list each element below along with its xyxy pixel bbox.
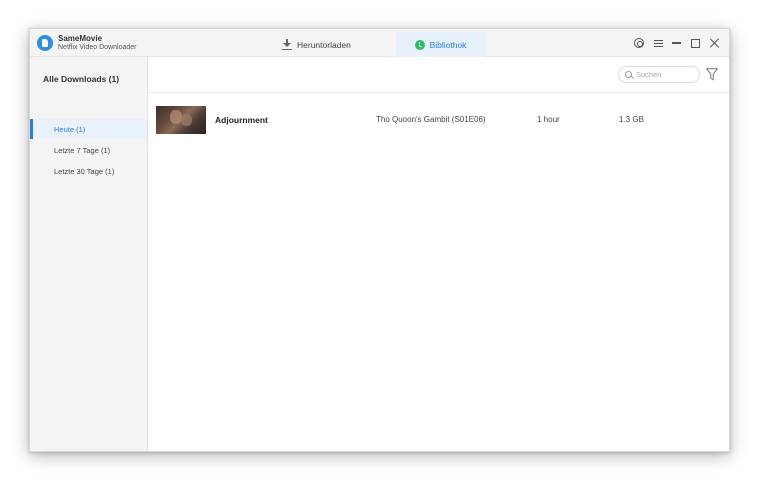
filter-icon[interactable] — [706, 68, 718, 81]
minimize-icon — [671, 42, 681, 44]
sidebar: Alle Downloads (1) Heute (1) Letzte 7 Ta… — [30, 57, 148, 451]
sidebar-heading-all-downloads[interactable]: Alle Downloads (1) — [43, 74, 119, 84]
search-icon — [625, 71, 632, 78]
main-content: Adjournment Tho Quoon's Gambit (S01E06) … — [148, 57, 729, 451]
video-size: 1.3 GB — [619, 115, 644, 124]
download-icon — [282, 39, 292, 50]
video-duration: 1 hour — [537, 115, 560, 124]
sidebar-item-last-30-days[interactable]: Letzte 30 Tage (1) — [30, 161, 147, 181]
video-thumbnail[interactable] — [156, 106, 206, 134]
content-toolbar — [148, 57, 729, 93]
tab-library-label: Bibliothok — [429, 39, 467, 50]
list-item[interactable]: Adjournment Tho Quoon's Gambit (S01E06) … — [148, 93, 729, 147]
settings-button[interactable] — [632, 36, 646, 50]
close-button[interactable] — [708, 36, 722, 50]
search-box[interactable] — [618, 66, 700, 83]
video-series: Tho Quoon's Gambit (S01E06) — [376, 115, 486, 124]
app-window: SameMovie Netflix Video Downloader Herun… — [29, 28, 730, 452]
library-icon — [414, 39, 425, 50]
tab-download-label: Heruntorladen — [297, 39, 351, 50]
menu-icon — [653, 39, 663, 47]
maximize-icon — [690, 38, 700, 48]
title-bar: SameMovie Netflix Video Downloader Herun… — [30, 29, 729, 57]
sidebar-item-today[interactable]: Heute (1) — [30, 119, 147, 139]
video-title: Adjournment — [215, 115, 268, 125]
gear-icon — [634, 38, 644, 48]
app-name: SameMovie — [58, 34, 103, 43]
tab-library[interactable]: Bibliothok — [396, 32, 485, 57]
tab-download[interactable]: Heruntorladen — [270, 32, 363, 57]
sidebar-item-last-7-days[interactable]: Letzte 7 Tage (1) — [30, 140, 147, 160]
close-icon — [710, 38, 720, 48]
minimize-button[interactable] — [669, 36, 683, 50]
menu-button[interactable] — [651, 36, 665, 50]
app-logo-icon — [37, 35, 53, 51]
maximize-button[interactable] — [688, 36, 702, 50]
app-subtitle: Netflix Video Downloader — [58, 44, 137, 51]
search-input[interactable] — [636, 70, 696, 79]
